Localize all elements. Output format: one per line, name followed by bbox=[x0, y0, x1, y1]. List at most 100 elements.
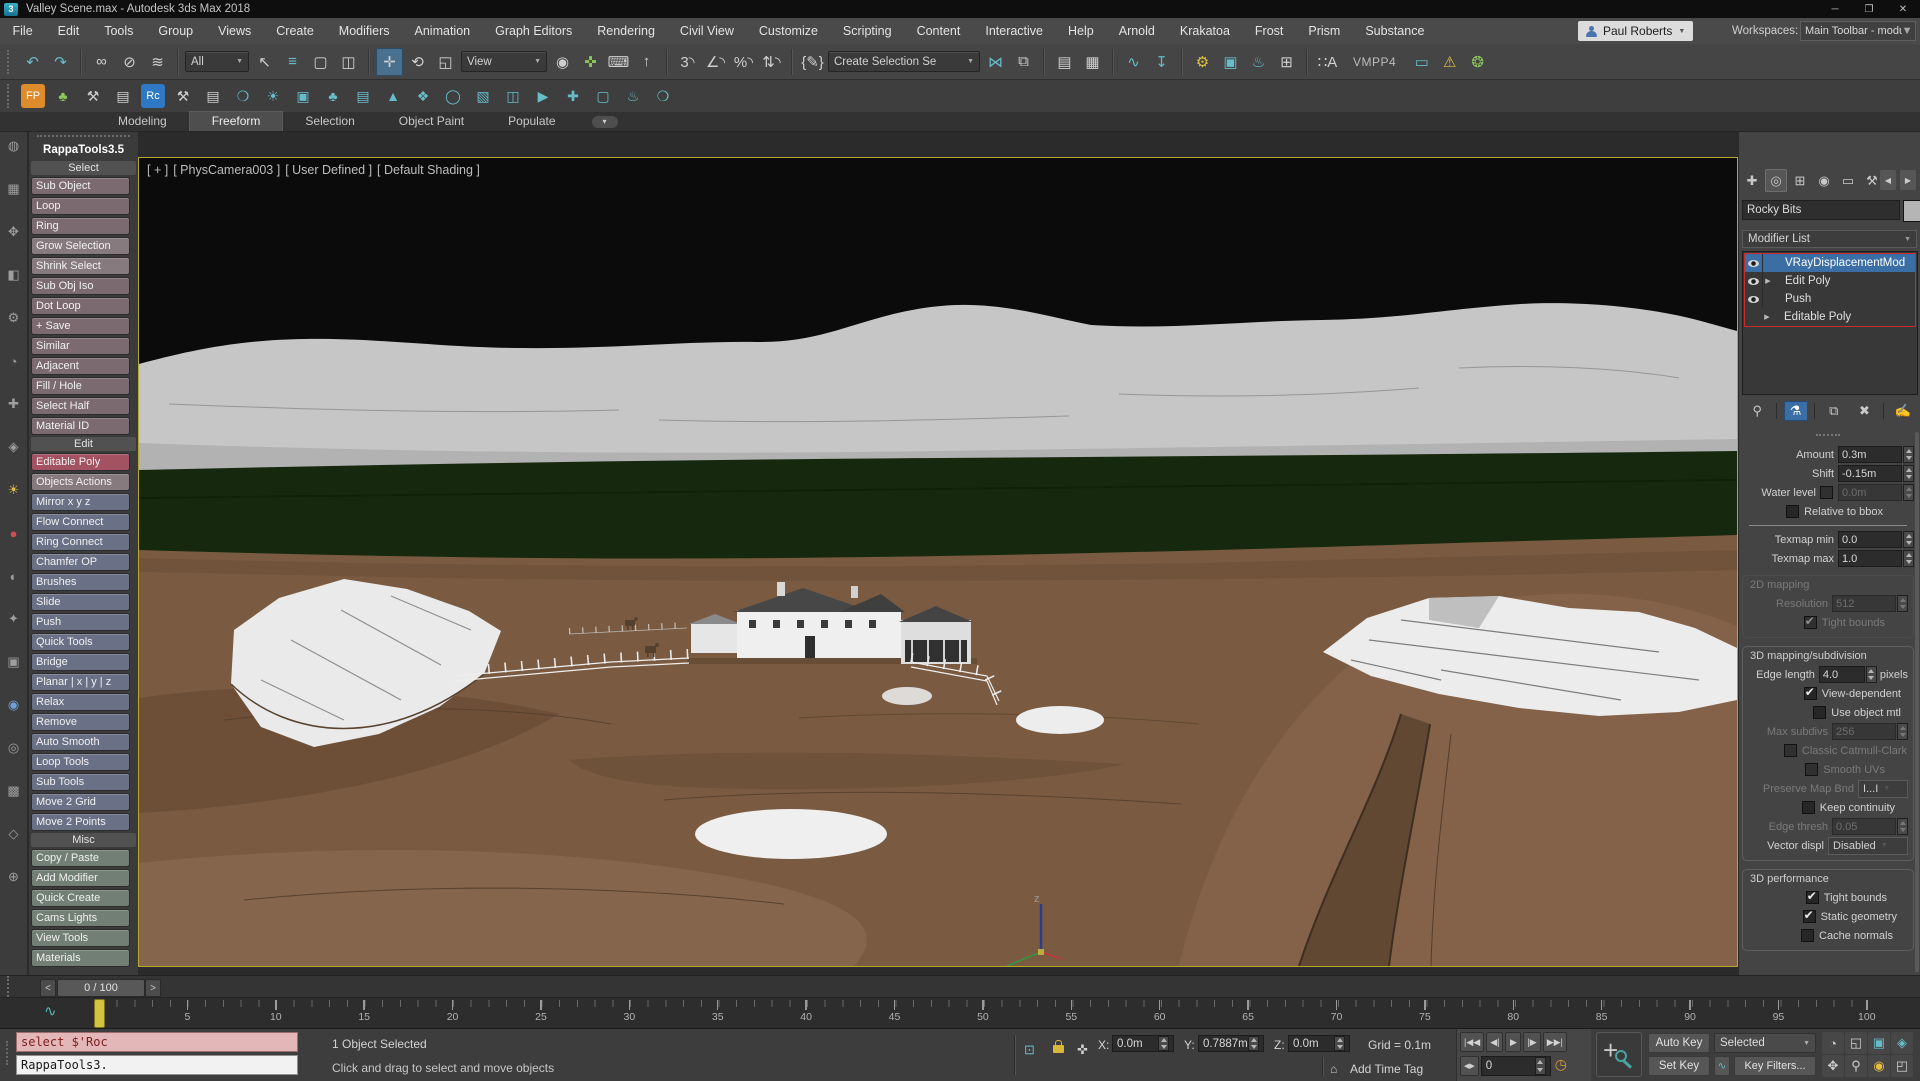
use-object-mtl-checkbox[interactable] bbox=[1813, 706, 1826, 719]
tight-bounds-checkbox[interactable] bbox=[1806, 891, 1819, 904]
menu-item[interactable]: Create bbox=[264, 18, 327, 44]
railclone-list-icon[interactable]: ▤ bbox=[200, 83, 226, 109]
menu-item[interactable]: File bbox=[0, 18, 45, 44]
object-name-field[interactable]: Rocky Bits bbox=[1742, 200, 1900, 220]
rappatools-button[interactable]: Objects Actions bbox=[31, 473, 130, 491]
time-slider[interactable]: 0 / 100 bbox=[57, 979, 145, 997]
panel-scrollbar[interactable] bbox=[1915, 432, 1919, 972]
toolbar-drag-handle[interactable] bbox=[7, 50, 14, 74]
rappatools-button[interactable]: Chamfer OP bbox=[31, 553, 130, 571]
window-crossing-toggle-icon[interactable]: ◫ bbox=[335, 48, 362, 76]
y-coordinate-field[interactable]: 0.7887m bbox=[1198, 1035, 1264, 1052]
user-account-button[interactable]: Paul Roberts ▼ bbox=[1578, 21, 1693, 41]
spinner-snap-icon[interactable]: ⇅◝ bbox=[758, 48, 785, 76]
static-geometry-checkbox[interactable] bbox=[1803, 910, 1816, 923]
shift-spinner[interactable] bbox=[1903, 465, 1914, 482]
modifier-stack-row[interactable]: VRayDisplacementMod bbox=[1745, 254, 1915, 272]
previous-frame-button[interactable]: < bbox=[40, 979, 56, 997]
mini-curve-editor-icon[interactable]: ∿ bbox=[44, 1002, 57, 1020]
rappatools-button[interactable]: Grow Selection bbox=[31, 237, 130, 255]
dock-tool-icon[interactable]: ● bbox=[4, 524, 24, 542]
rappatools-button[interactable]: Brushes bbox=[31, 573, 130, 591]
menu-item[interactable]: Modifiers bbox=[326, 18, 402, 44]
configure-modifier-sets-icon[interactable]: ✍ bbox=[1891, 401, 1915, 421]
snaps-toggle-3d-icon[interactable]: 3◝ bbox=[674, 48, 701, 76]
railclone-icon[interactable]: Rc bbox=[140, 83, 166, 109]
visibility-eye-icon[interactable] bbox=[1745, 272, 1763, 290]
select-and-scale-icon[interactable]: ◱ bbox=[432, 48, 459, 76]
rappatools-button[interactable]: Fill / Hole bbox=[31, 377, 130, 395]
camera-icon[interactable]: ▣ bbox=[290, 83, 316, 109]
set-key-button[interactable]: Set Key bbox=[1648, 1056, 1710, 1076]
auto-key-button[interactable]: Auto Key bbox=[1648, 1033, 1710, 1053]
split-window-icon[interactable]: ◫ bbox=[500, 83, 526, 109]
rappatools-button[interactable]: Flow Connect bbox=[31, 513, 130, 531]
key-mode-toggle-icon[interactable]: ◀▶ bbox=[1460, 1056, 1479, 1076]
menu-item[interactable]: Group bbox=[146, 18, 206, 44]
time-slider-handle[interactable] bbox=[94, 999, 105, 1028]
dock-tool-icon[interactable]: ◉ bbox=[4, 696, 24, 714]
bulb-icon[interactable]: ❍ bbox=[650, 83, 676, 109]
rappatools-button[interactable]: Bridge bbox=[31, 653, 130, 671]
redo-icon[interactable]: ↷ bbox=[47, 48, 74, 76]
quick-render-icon[interactable]: ♨ bbox=[1245, 48, 1272, 76]
rappatools-button[interactable]: Slide bbox=[31, 593, 130, 611]
rappatools-button[interactable]: View Tools bbox=[31, 929, 130, 947]
go-to-start-icon[interactable]: |◀◀ bbox=[1460, 1032, 1484, 1052]
app-icon[interactable]: 3 bbox=[4, 3, 18, 16]
pin-stack-icon[interactable]: ⚲ bbox=[1745, 401, 1769, 421]
maxscript-listener-line1[interactable]: select $'Roc bbox=[16, 1032, 298, 1052]
key-filters-button[interactable]: Key Filters... bbox=[1734, 1056, 1816, 1076]
rappatools-button[interactable]: Push bbox=[31, 613, 130, 631]
expand-arrow-icon[interactable]: ▶ bbox=[1763, 277, 1773, 285]
menu-item[interactable]: Frost bbox=[1242, 18, 1295, 44]
forest-list-icon[interactable]: ▤ bbox=[110, 83, 136, 109]
selection-region-icon[interactable]: ⊡ bbox=[1024, 1042, 1035, 1058]
add-time-tag[interactable]: Add Time Tag bbox=[1350, 1062, 1423, 1076]
select-by-name-icon[interactable]: ≡ bbox=[279, 48, 306, 76]
light-bulb-icon[interactable]: ❍ bbox=[230, 83, 256, 109]
bind-to-space-warp-icon[interactable]: ≋ bbox=[144, 48, 171, 76]
select-and-link-icon[interactable]: ∞ bbox=[88, 48, 115, 76]
maximize-button[interactable]: ❐ bbox=[1852, 0, 1886, 18]
ribbon-tab[interactable]: Modeling bbox=[96, 112, 189, 131]
vector-displ-dropdown[interactable]: Disabled ▼ bbox=[1828, 837, 1908, 855]
forest-trees-icon[interactable]: ♣ bbox=[50, 83, 76, 109]
edge-length-spinner[interactable] bbox=[1866, 666, 1877, 683]
amount-spinner[interactable] bbox=[1903, 446, 1914, 463]
motion-tab-icon[interactable]: ◉ bbox=[1813, 169, 1835, 192]
layers-icon[interactable]: ▧ bbox=[470, 83, 496, 109]
x-coordinate-field[interactable]: 0.0m bbox=[1112, 1035, 1174, 1052]
rappatools-button[interactable]: Adjacent bbox=[31, 357, 130, 375]
dock-tool-icon[interactable]: ✚ bbox=[4, 395, 24, 413]
trees-icon[interactable]: ♣ bbox=[320, 83, 346, 109]
dock-tool-icon[interactable]: ◍ bbox=[4, 137, 24, 155]
toggle-layer-explorer-icon[interactable]: ▦ bbox=[1079, 48, 1106, 76]
ribbon-drag-handle[interactable] bbox=[7, 84, 14, 108]
play-window-icon[interactable]: ▶ bbox=[530, 83, 556, 109]
undo-icon[interactable]: ↶ bbox=[19, 48, 46, 76]
rappatools-button[interactable]: Remove bbox=[31, 713, 130, 731]
panel-scroll-left-icon[interactable]: ◀ bbox=[1880, 170, 1896, 190]
ribbon-tab[interactable]: Selection bbox=[283, 112, 376, 131]
texmap-max-spinner[interactable] bbox=[1903, 550, 1914, 567]
menu-item[interactable]: Interactive bbox=[973, 18, 1056, 44]
rappatools-button[interactable]: Add Modifier bbox=[31, 869, 130, 887]
rappatools-button[interactable]: Loop Tools bbox=[31, 753, 130, 771]
rappatools-button[interactable]: Sub Object bbox=[31, 177, 130, 195]
rappatools-button[interactable]: Similar bbox=[31, 337, 130, 355]
visibility-eye-icon[interactable] bbox=[1745, 290, 1763, 308]
show-end-result-icon[interactable]: ⚗ bbox=[1784, 401, 1808, 421]
track-bar[interactable]: ∿ 05101520253035404550556065707580859095… bbox=[0, 997, 1920, 1030]
railclone-tools-icon[interactable]: ⚒ bbox=[170, 83, 196, 109]
menu-item[interactable]: Animation bbox=[402, 18, 483, 44]
selection-filter-dropdown[interactable]: All ▼ bbox=[185, 51, 249, 72]
orbit-icon[interactable]: ◉ bbox=[1868, 1055, 1890, 1077]
zoom-extents-icon[interactable]: ▣ bbox=[1868, 1032, 1890, 1054]
rappatools-button[interactable]: Sub Tools bbox=[31, 773, 130, 791]
rappatools-button[interactable]: Planar | x | y | z bbox=[31, 673, 130, 691]
ribbon-tab[interactable]: Object Paint bbox=[377, 112, 486, 131]
rappatools-button[interactable]: Editable Poly bbox=[31, 453, 130, 471]
align-icon[interactable]: ⧉ bbox=[1010, 48, 1037, 76]
mirror-icon[interactable]: ⋈ bbox=[982, 48, 1009, 76]
